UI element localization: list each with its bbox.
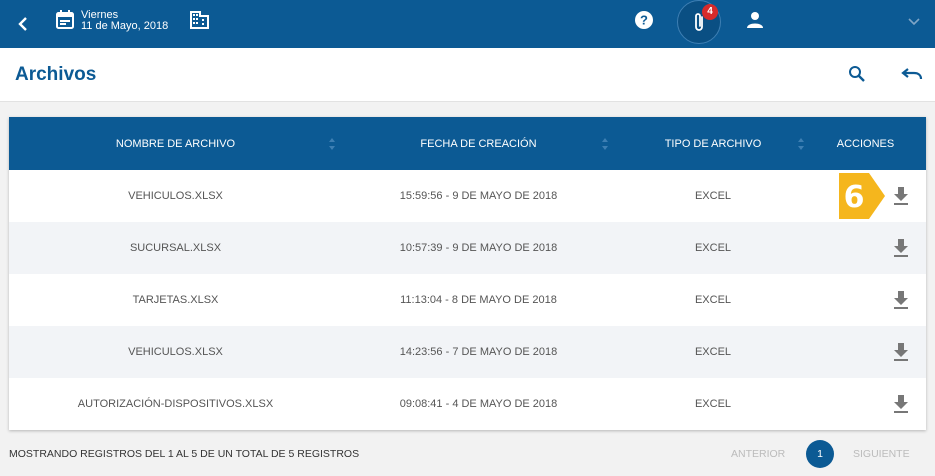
- search-icon[interactable]: [848, 65, 866, 88]
- top-bar: Viernes 11 de Mayo, 2018 ? 4: [0, 0, 935, 48]
- table-row: VEHICULOS.XLSX 15:59:56 - 9 DE MAYO DE 2…: [9, 170, 926, 222]
- page-title: Archivos: [15, 64, 97, 85]
- download-icon[interactable]: [892, 238, 910, 258]
- building-icon[interactable]: [190, 11, 209, 34]
- current-date: Viernes 11 de Mayo, 2018: [81, 10, 168, 32]
- sort-icon: [602, 138, 608, 150]
- file-name-cell: VEHICULOS.XLSX: [128, 190, 223, 202]
- column-label: NOMBRE DE ARCHIVO: [115, 137, 236, 150]
- column-header-file-type[interactable]: TIPO DE ARCHIVO: [615, 117, 811, 170]
- current-date-text: 11 de Mayo, 2018: [81, 20, 169, 32]
- column-label: FECHA DE CREACIÓN: [420, 137, 537, 150]
- file-name-cell: SUCURSAL.XLSX: [129, 242, 222, 254]
- creation-date-cell: 11:13:04 - 8 DE MAYO DE 2018: [400, 294, 557, 306]
- table-header: NOMBRE DE ARCHIVO FECHA DE CREACIÓN TIPO…: [9, 117, 926, 170]
- table-row: SUCURSAL.XLSX 10:57:39 - 9 DE MAYO DE 20…: [9, 222, 926, 274]
- records-info: MOSTRANDO REGISTROS DEL 1 AL 5 DE UN TOT…: [9, 448, 360, 460]
- back-arrow-icon[interactable]: [14, 12, 32, 36]
- creation-date-cell: 15:59:56 - 9 DE MAYO DE 2018: [399, 190, 558, 202]
- user-icon[interactable]: [745, 10, 765, 35]
- download-icon[interactable]: [892, 186, 910, 206]
- download-icon[interactable]: [892, 394, 910, 414]
- column-label: ACCIONES: [836, 137, 895, 150]
- calendar-icon: [56, 10, 74, 34]
- column-header-file-name[interactable]: NOMBRE DE ARCHIVO: [9, 117, 342, 170]
- next-page-button[interactable]: SIGUIENTE: [853, 448, 910, 460]
- creation-date-cell: 10:57:39 - 9 DE MAYO DE 2018: [399, 242, 558, 254]
- step-number: 6: [844, 180, 865, 215]
- undo-icon[interactable]: [901, 67, 923, 86]
- column-header-creation-date[interactable]: FECHA DE CREACIÓN: [342, 117, 615, 170]
- file-type-cell: EXCEL: [694, 190, 732, 202]
- sort-icon: [798, 138, 804, 150]
- file-type-cell: EXCEL: [694, 398, 732, 410]
- creation-date-cell: 14:23:56 - 7 DE MAYO DE 2018: [399, 346, 558, 358]
- file-name-cell: AUTORIZACIÓN-DISPOSITIVOS.XLSX: [77, 398, 274, 410]
- sort-icon: [329, 138, 335, 150]
- table-row: VEHICULOS.XLSX 14:23:56 - 7 DE MAYO DE 2…: [9, 326, 926, 378]
- table-footer: MOSTRANDO REGISTROS DEL 1 AL 5 DE UN TOT…: [0, 430, 935, 476]
- table-row: TARJETAS.XLSX 11:13:04 - 8 DE MAYO DE 20…: [9, 274, 926, 326]
- step-marker: 6: [839, 173, 885, 219]
- page-header: Archivos: [0, 48, 935, 102]
- download-icon[interactable]: [892, 290, 910, 310]
- table-row: AUTORIZACIÓN-DISPOSITIVOS.XLSX 09:08:41 …: [9, 378, 926, 430]
- files-table: NOMBRE DE ARCHIVO FECHA DE CREACIÓN TIPO…: [9, 117, 926, 430]
- column-label: TIPO DE ARCHIVO: [664, 137, 762, 150]
- file-name-cell: TARJETAS.XLSX: [132, 294, 219, 306]
- column-header-actions: ACCIONES: [811, 117, 920, 170]
- help-icon[interactable]: ?: [634, 10, 654, 35]
- chevron-down-icon[interactable]: [907, 14, 921, 32]
- svg-text:?: ?: [640, 13, 648, 28]
- file-type-cell: EXCEL: [694, 346, 732, 358]
- previous-page-button[interactable]: ANTERIOR: [731, 448, 785, 460]
- creation-date-cell: 09:08:41 - 4 DE MAYO DE 2018: [399, 398, 558, 410]
- download-icon[interactable]: [892, 342, 910, 362]
- notification-badge: 4: [702, 4, 718, 20]
- current-page-button[interactable]: 1: [806, 440, 834, 468]
- file-type-cell: EXCEL: [694, 294, 732, 306]
- file-type-cell: EXCEL: [694, 242, 732, 254]
- file-name-cell: VEHICULOS.XLSX: [128, 346, 223, 358]
